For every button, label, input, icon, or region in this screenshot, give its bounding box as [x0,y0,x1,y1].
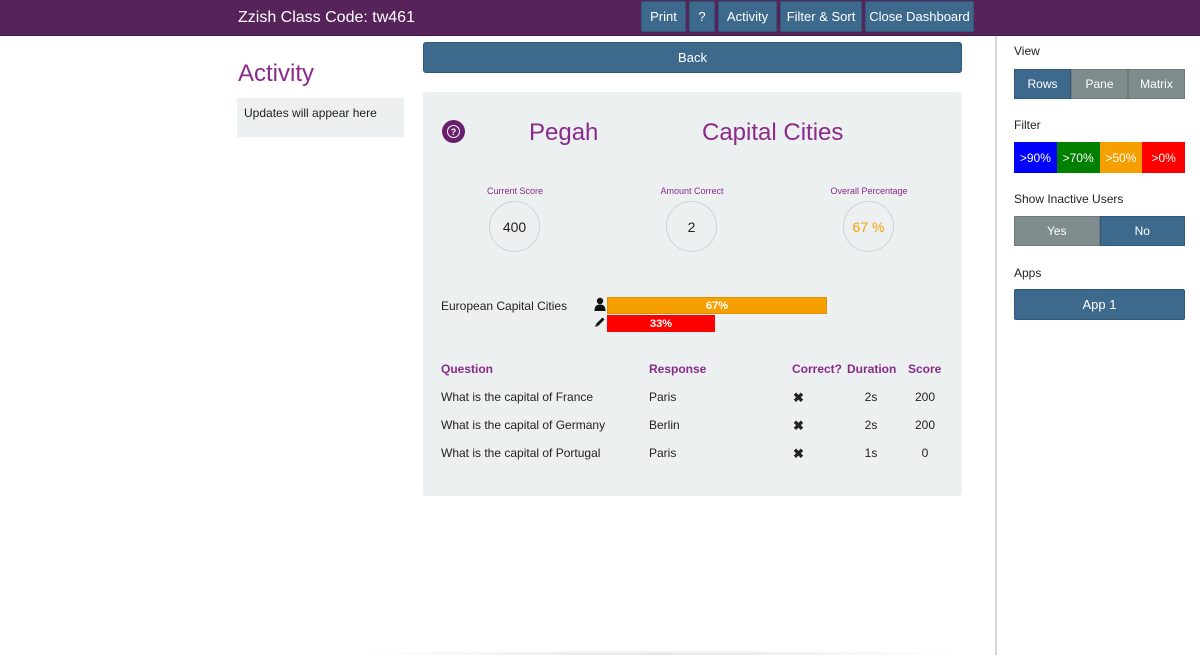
view-rows-button[interactable]: Rows [1014,69,1071,99]
column-header-correct[interactable]: Correct? [792,362,842,376]
help-button[interactable]: ? [689,1,715,32]
view-matrix-button[interactable]: Matrix [1128,69,1185,99]
inactive-users-heading: Show Inactive Users [1014,192,1124,206]
view-heading: View [1014,44,1040,58]
pencil-icon [595,317,605,327]
amount-correct-value: 2 [666,201,717,252]
filter-toggle: >90% >70% >50% >0% [1014,142,1185,173]
amount-correct-label: Amount Correct [660,186,724,196]
activity-updates: Updates will appear here [237,98,404,137]
table-row: What is the capital of Germany Berlin ✖ … [423,418,962,438]
user-score-bar: 67% [607,297,827,314]
print-button[interactable]: Print [641,1,686,32]
table-row: What is the capital of Portugal Paris ✖ … [423,446,962,466]
incorrect-icon: ✖ [793,446,804,461]
question-cell: What is the capital of Germany [441,418,606,432]
duration-cell: 2s [864,390,878,404]
score-cell: 200 [914,390,936,404]
class-score-bar: 33% [607,315,715,332]
column-header-duration[interactable]: Duration [847,362,896,376]
apps-heading: Apps [1014,266,1042,280]
filter-heading: Filter [1014,118,1041,132]
activity-heading: Activity [238,60,315,87]
inactive-yes-button[interactable]: Yes [1014,216,1100,246]
app-1-button[interactable]: App 1 [1014,289,1185,320]
student-name: Pegah [529,119,599,146]
column-header-score[interactable]: Score [908,362,941,376]
score-cell: 200 [914,418,936,432]
filter-70-button[interactable]: >70% [1056,142,1100,173]
view-pane-button[interactable]: Pane [1071,69,1128,99]
incorrect-icon: ✖ [793,390,804,405]
column-header-question[interactable]: Question [441,362,493,376]
inactive-users-toggle: Yes No [1014,216,1185,246]
duration-cell: 2s [864,418,878,432]
filter-0-button[interactable]: >0% [1142,142,1185,173]
close-dashboard-button[interactable]: Close Dashboard [865,1,974,32]
inactive-no-button[interactable]: No [1099,216,1185,246]
question-cell: What is the capital of Portugal [441,446,601,460]
overall-percentage-label: Overall Percentage [830,186,908,196]
topic-label: European Capital Cities [441,299,568,313]
student-detail-card: ? Pegah Capital Cities Current Score 400… [423,92,962,496]
current-score-value: 400 [489,201,540,252]
top-bar: Zzish Class Code: tw461 Print ? Activity… [0,0,1200,36]
settings-sidebar: View Rows Pane Matrix Filter >90% >70% >… [995,36,1200,655]
response-cell: Berlin [649,418,680,432]
column-header-response[interactable]: Response [649,362,706,376]
overall-percentage-value: 67 % [843,201,894,252]
class-code-title: Zzish Class Code: tw461 [238,9,415,26]
table-row: What is the capital of France Paris ✖ 2s… [423,390,962,410]
score-cell: 0 [921,446,929,460]
incorrect-icon: ✖ [793,418,804,433]
current-score-label: Current Score [486,186,544,196]
back-button[interactable]: Back [423,42,962,73]
quiz-icon: ? [442,120,465,143]
duration-cell: 1s [864,446,878,460]
activity-button[interactable]: Activity [718,1,777,32]
bottom-shadow [355,650,965,655]
question-cell: What is the capital of France [441,390,594,404]
filter-sort-button[interactable]: Filter & Sort [780,1,862,32]
filter-50-button[interactable]: >50% [1099,142,1143,173]
user-icon [594,297,606,311]
response-cell: Paris [649,446,677,460]
filter-90-button[interactable]: >90% [1014,142,1057,173]
response-cell: Paris [649,390,677,404]
quiz-name: Capital Cities [702,119,844,146]
view-toggle: Rows Pane Matrix [1014,69,1185,99]
